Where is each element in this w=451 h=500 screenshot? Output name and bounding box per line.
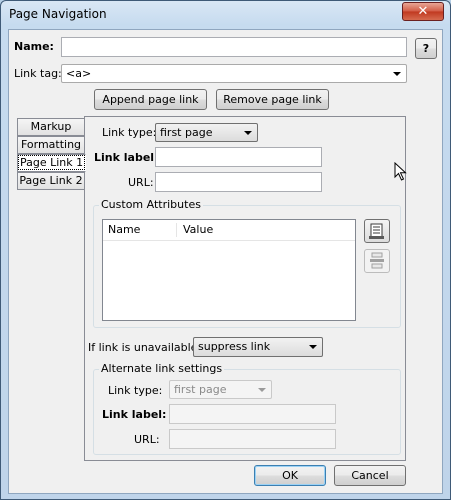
- chevron-down-icon: [393, 72, 401, 76]
- title-bar[interactable]: Page Navigation ✕: [1, 1, 450, 29]
- remove-row-icon: [370, 252, 384, 269]
- link-tag-select[interactable]: <a>: [61, 64, 407, 83]
- alternate-url-input[interactable]: [169, 429, 336, 449]
- close-button[interactable]: ✕: [402, 2, 444, 21]
- close-icon: ✕: [417, 4, 429, 19]
- alternate-link-group: Alternate link settings Link type: first…: [93, 362, 401, 455]
- chevron-down-icon: [258, 388, 266, 392]
- alternate-link-type-select[interactable]: first page: [169, 380, 272, 399]
- alternate-url-label: URL:: [134, 433, 160, 446]
- alternate-link-label-label: Link label:: [102, 408, 167, 421]
- tab-panel: Link type: first page Link label: URL: C…: [84, 116, 406, 461]
- tab-formatting[interactable]: Formatting: [17, 136, 85, 154]
- name-input[interactable]: [61, 37, 407, 57]
- tab-markup[interactable]: Markup: [17, 118, 85, 136]
- alternate-link-type-label: Link type:: [108, 384, 163, 397]
- tab-page-link-2[interactable]: Page Link 2: [17, 172, 85, 190]
- alternate-link-label-input[interactable]: [169, 404, 336, 424]
- unavailable-label: If link is unavailable:: [88, 341, 202, 354]
- append-page-link-button[interactable]: Append page link: [94, 89, 207, 110]
- name-label: Name:: [14, 40, 54, 53]
- help-button[interactable]: ?: [415, 38, 437, 59]
- alternate-link-title: Alternate link settings: [99, 362, 225, 375]
- column-divider: [176, 223, 177, 237]
- unavailable-select[interactable]: suppress link: [193, 337, 323, 357]
- link-type-label: Link type:: [102, 126, 157, 139]
- link-tag-label: Link tag:: [14, 67, 62, 80]
- column-header-name[interactable]: Name: [108, 223, 140, 236]
- chevron-down-icon: [309, 345, 317, 349]
- link-label-input[interactable]: [155, 147, 322, 167]
- tab-page-link-1[interactable]: Page Link 1: [17, 154, 86, 172]
- remove-page-link-button[interactable]: Remove page link: [216, 89, 329, 110]
- dialog-body: Name: ? Link tag: <a> Append page link R…: [8, 29, 443, 494]
- add-row-icon: [369, 223, 384, 239]
- ok-button[interactable]: OK: [254, 465, 326, 486]
- cancel-button[interactable]: Cancel: [334, 465, 406, 486]
- url-label: URL:: [128, 176, 154, 189]
- link-label-label: Link label:: [94, 151, 159, 164]
- remove-attribute-button[interactable]: [364, 249, 390, 273]
- add-attribute-button[interactable]: [364, 219, 390, 243]
- column-header-value[interactable]: Value: [183, 223, 213, 236]
- attributes-list[interactable]: Name Value: [102, 219, 356, 321]
- url-input[interactable]: [155, 172, 322, 192]
- help-icon: ?: [422, 42, 430, 55]
- dialog-window: Page Navigation ✕ Name: ? Link tag: <a> …: [0, 0, 451, 500]
- mouse-cursor-icon: [394, 162, 407, 181]
- link-type-select[interactable]: first page: [155, 123, 258, 142]
- link-tag-value: <a>: [66, 67, 92, 80]
- chevron-down-icon: [244, 131, 252, 135]
- attributes-list-header: Name Value: [103, 220, 355, 241]
- custom-attributes-group: Custom Attributes Name Value: [93, 198, 401, 328]
- custom-attributes-title: Custom Attributes: [99, 198, 203, 211]
- window-title: Page Navigation: [9, 7, 107, 21]
